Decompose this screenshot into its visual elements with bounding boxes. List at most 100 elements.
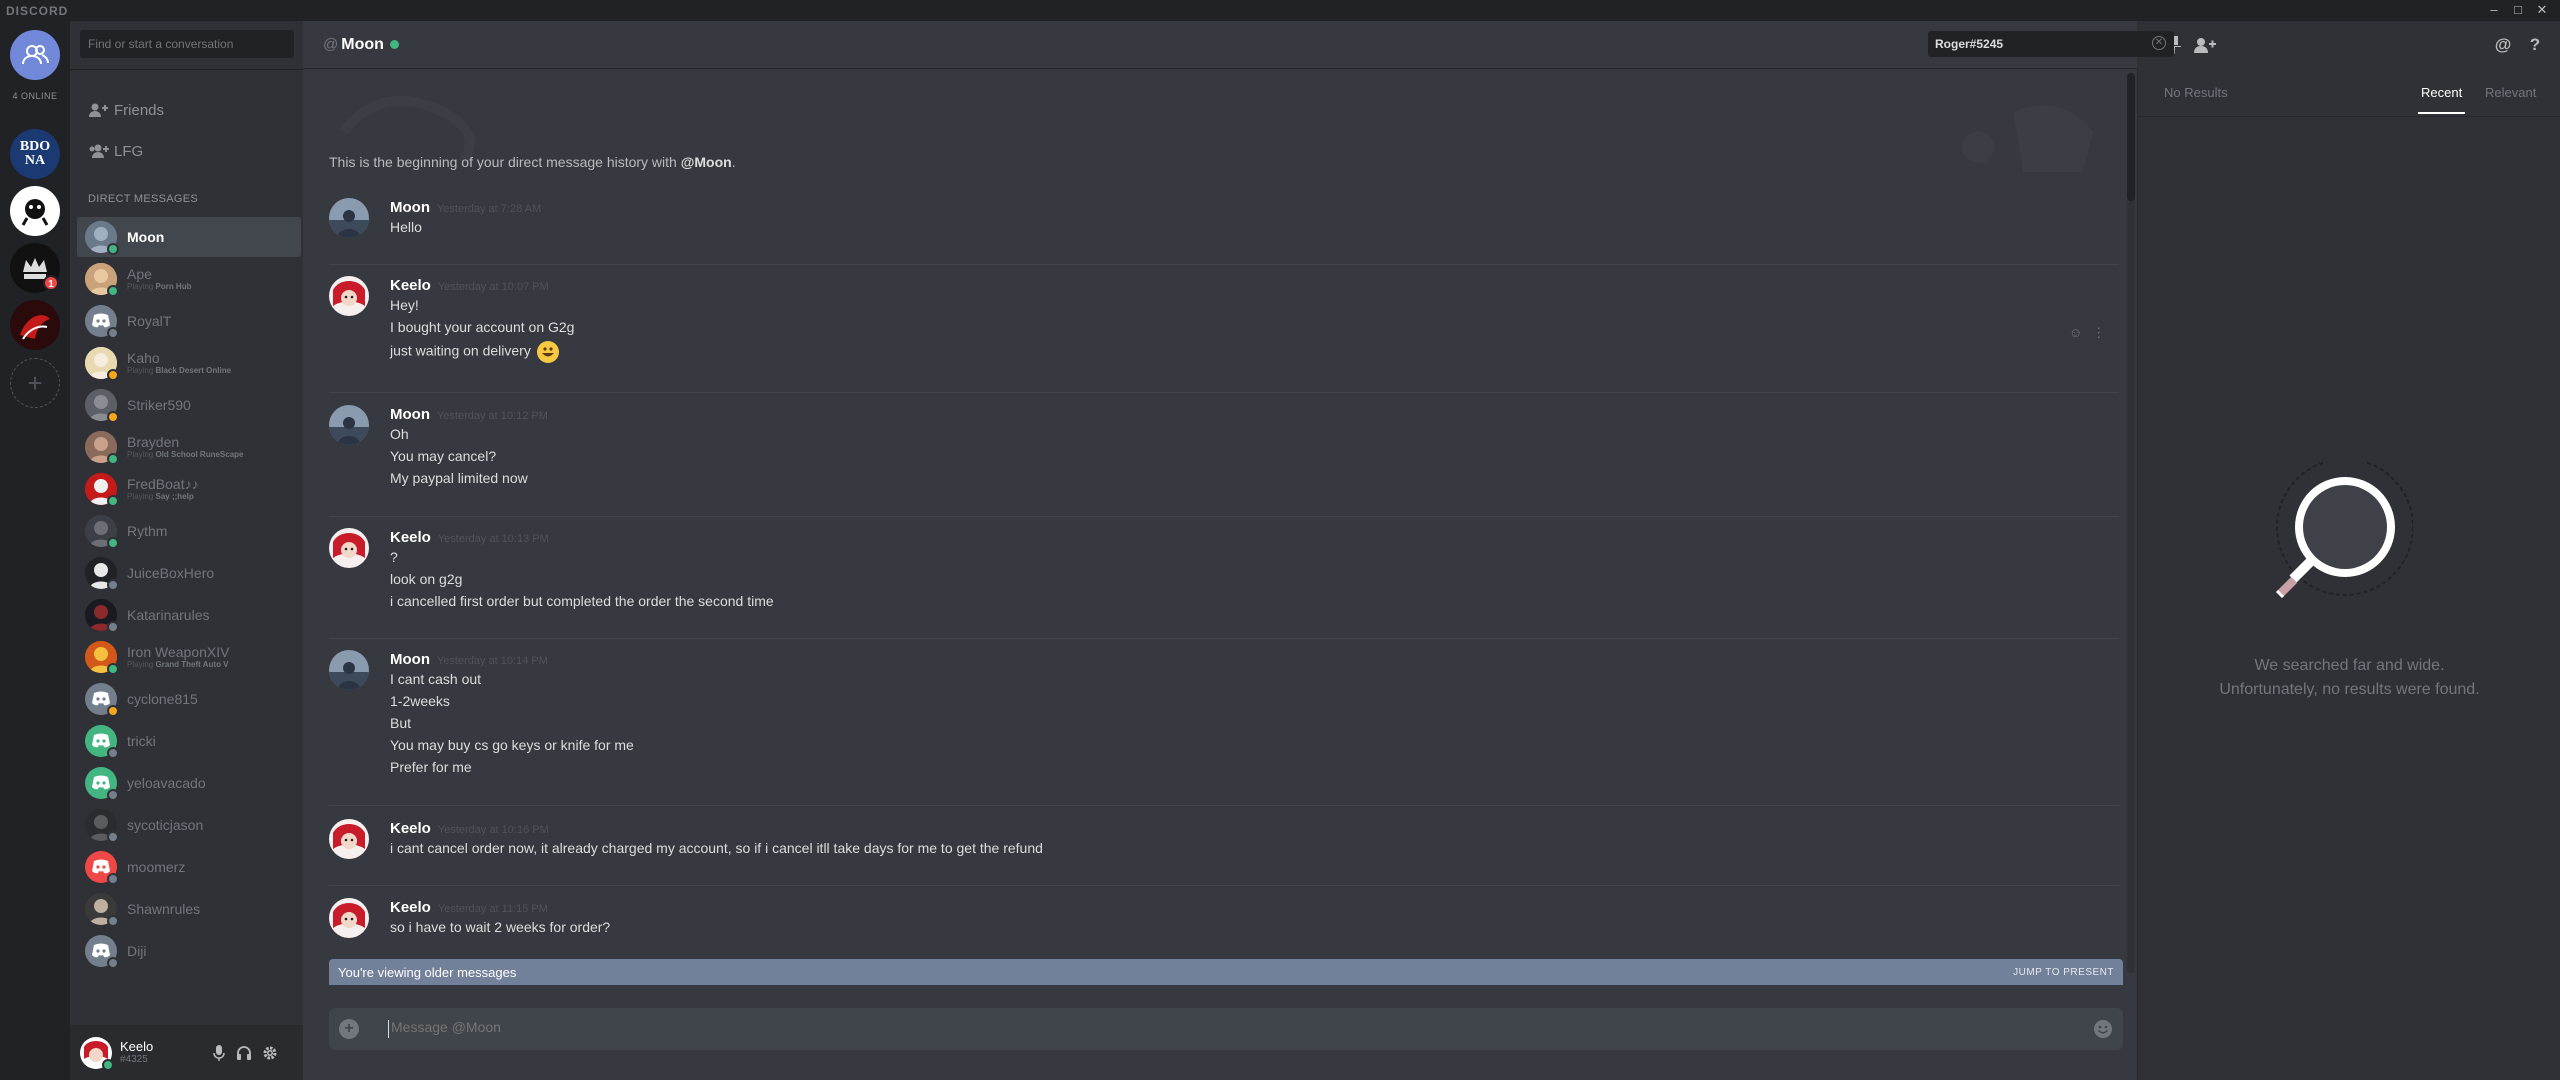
clear-search-icon[interactable]: ✕ [2152,36,2166,50]
dm-item[interactable]: Ape Playing Porn Hub [77,259,301,299]
message-hover-tools: ☺ ⋮ [2069,325,2105,341]
friends-home-button[interactable] [10,30,60,80]
dm-item[interactable]: Brayden Playing Old School RuneScape [77,427,301,467]
message-author[interactable]: Keelo [390,899,431,916]
minimize-button[interactable]: – [2483,2,2505,17]
nav-friends[interactable]: Friends [80,92,294,128]
mentions-button[interactable]: @ [2492,35,2514,55]
message-timestamp: Yesterday at 10:12 PM [436,410,548,422]
status-indicator [107,663,119,675]
avatar[interactable] [80,1036,114,1071]
emoji-button[interactable] [2093,1019,2113,1044]
more-options-icon[interactable]: ⋮ [2092,325,2105,341]
add-server-button[interactable]: + [10,358,60,408]
guild-server-4[interactable] [10,300,60,350]
maximize-button[interactable]: □ [2507,2,2529,17]
avatar[interactable] [329,405,369,445]
chat-scrollbar[interactable] [2127,73,2135,973]
beginning-mention[interactable]: @Moon [681,154,732,170]
dm-item[interactable]: JuiceBoxHero [77,553,301,593]
message-line: But [390,715,411,731]
message-line: so i have to wait 2 weeks for order? [390,919,610,935]
discord-default-avatar-icon [92,733,110,748]
user-panel: Keelo #4325 [70,1025,303,1080]
status-indicator [107,579,119,591]
question-mark-icon: ? [2529,35,2541,54]
dm-item[interactable]: sycoticjason [77,805,301,845]
message-author[interactable]: Moon [390,406,430,423]
upload-button[interactable]: + [339,1019,359,1039]
message-text: ? [390,549,398,565]
at-icon: @ [323,36,339,53]
activity-prefix: Playing [127,449,154,459]
guild-server-2[interactable] [10,186,60,236]
dm-item[interactable]: yeloavacado [77,763,301,803]
dm-item[interactable]: moomerz [77,847,301,887]
avatar [85,557,119,591]
avatar [85,347,119,381]
avatar[interactable] [329,898,369,938]
message-header: Moon Yesterday at 10:14 PM [390,651,548,668]
close-window-button[interactable]: ✕ [2531,2,2553,18]
user-settings-button[interactable] [261,1044,279,1062]
dm-item[interactable]: Shawnrules [77,889,301,929]
dm-item[interactable]: FredBoat♪♪ Playing Say ;;help [77,469,301,509]
scrollbar-thumb[interactable] [2127,73,2135,201]
message-author[interactable]: Keelo [390,277,431,294]
message-author[interactable]: Moon [390,199,430,216]
activity-game: Grand Theft Auto V [155,659,229,669]
channel-title: Moon [341,35,384,53]
header-search-box[interactable]: Roger#5245 ✕ [1928,31,2174,57]
add-friend-to-dm-button[interactable] [2194,35,2216,55]
avatar[interactable] [329,650,369,690]
message-line: Hello [390,219,422,235]
empty-state-line-2: Unfortunately, no results were found. [2219,681,2480,698]
message-author[interactable]: Keelo [390,529,431,546]
message-header: Keelo Yesterday at 10:16 PM [390,820,549,837]
avatar[interactable] [329,528,369,568]
message-text: look on g2g [390,571,463,587]
message-line: Hey! [390,297,419,313]
message-text: I cant cash out [390,671,482,687]
avatar[interactable] [329,276,369,316]
help-button[interactable]: ? [2524,35,2546,55]
avatar [85,683,119,717]
message-author[interactable]: Moon [390,651,430,668]
dm-item[interactable]: Kaho Playing Black Desert Online [77,343,301,383]
dm-item[interactable]: Diji [77,931,301,971]
avatar [85,935,119,969]
nav-friends-label: Friends [114,101,165,119]
avatar[interactable] [329,198,369,238]
dm-item[interactable]: cyclone815 [77,679,301,719]
deafen-button[interactable] [235,1044,253,1062]
dm-item[interactable]: tricki [77,721,301,761]
search-query[interactable]: Roger#5245 [1935,37,2003,51]
beginning-prefix: This is the beginning of your direct mes… [329,154,681,170]
add-reaction-icon[interactable]: ☺ [2069,325,2082,341]
dm-item[interactable]: Moon [77,217,301,257]
mute-button[interactable] [210,1044,228,1062]
message-text: Oh [390,426,409,442]
dm-item[interactable]: RoyalT [77,301,301,341]
dm-item[interactable]: Iron WeaponXIV Playing Grand Theft Auto … [77,637,301,677]
dm-item[interactable]: Katarinarules [77,595,301,635]
nav-lfg[interactable]: LFG [80,133,294,169]
message-author[interactable]: Keelo [390,820,431,837]
dm-search-input[interactable] [80,30,294,58]
message-input[interactable] [391,1019,1991,1035]
tab-recent[interactable]: Recent [2417,85,2466,114]
server-icon [21,199,49,226]
older-messages-bar[interactable]: You're viewing older messages JUMP TO PR… [329,959,2123,985]
tab-relevant[interactable]: Relevant [2485,85,2536,100]
message-header: Keelo Yesterday at 10:13 PM [390,529,549,546]
avatar [85,851,119,885]
jump-to-present-button[interactable]: JUMP TO PRESENT [2013,967,2114,978]
status-indicator [107,495,119,507]
dm-item-name: Ape [127,265,152,282]
message-list[interactable]: This is the beginning of your direct mes… [303,70,2137,980]
avatar [85,263,119,297]
avatar[interactable] [329,819,369,859]
dm-item[interactable]: Striker590 [77,385,301,425]
dm-item[interactable]: Rythm [77,511,301,551]
guild-bdo-na[interactable]: BDO NA [10,129,60,179]
